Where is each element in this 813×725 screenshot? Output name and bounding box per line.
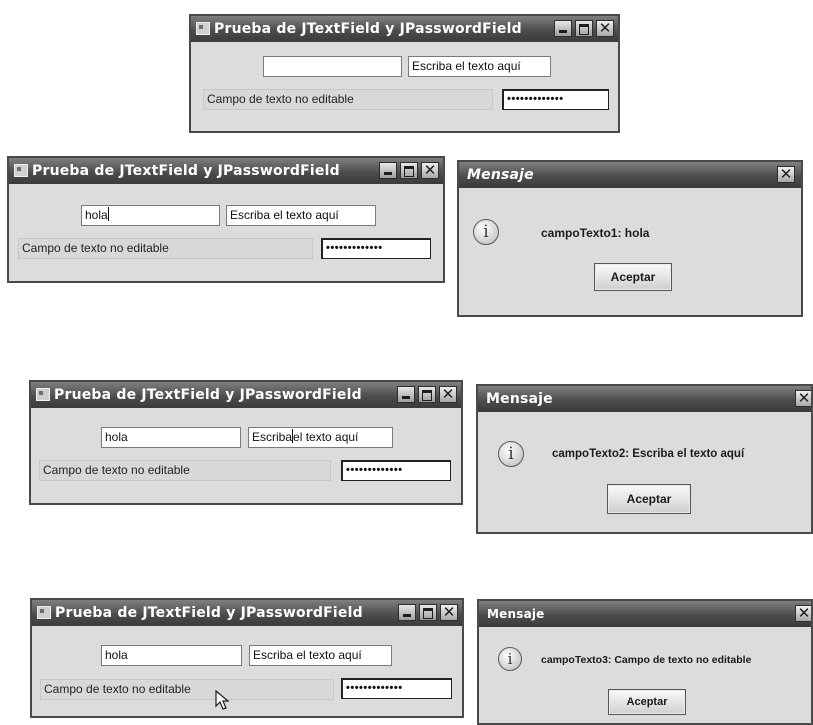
java-app-icon [37,606,51,619]
window-title: Prueba de JTextField y JPasswordField [214,21,522,37]
maximize-icon[interactable] [400,162,418,179]
aceptar-button[interactable]: Aceptar [608,689,686,715]
dialog-titlebar[interactable]: Mensaje ✕ [478,386,811,412]
campo-texto-2-input[interactable]: Escriba el texto aquí [249,645,392,666]
campo-texto-3-noneditable: Campo de texto no editable [203,89,493,110]
message-dialog-1: Mensaje ✕ i campoTexto1: hola Aceptar [457,160,803,317]
information-icon: i [498,441,524,467]
campo-texto-1-value: hola [85,208,108,222]
campo-texto-1-input[interactable]: hola [101,427,241,448]
maximize-icon[interactable] [419,604,437,621]
campo-texto-2-input[interactable]: Escriba el texto aquí [408,56,551,77]
window-titlebar[interactable]: Prueba de JTextField y JPasswordField ✕ [9,158,443,184]
hint-text-after-caret: el texto aquí [293,430,359,444]
dialog-title: Mensaje [487,607,545,621]
close-icon[interactable]: ✕ [440,604,458,621]
campo-texto-3-noneditable: Campo de texto no editable [40,679,334,700]
campo-texto-3-noneditable: Campo de texto no editable [39,460,331,481]
dialog-titlebar[interactable]: Mensaje ✕ [459,162,801,188]
textfield-window-3: Prueba de JTextField y JPasswordField ✕ … [29,380,463,505]
close-icon[interactable]: ✕ [596,20,614,37]
minimize-icon[interactable] [398,604,416,621]
dialog-message: campoTexto3: Campo de texto no editable [541,654,752,666]
dialog-message: campoTexto1: hola [541,226,650,240]
window-titlebar[interactable]: Prueba de JTextField y JPasswordField ✕ [31,382,461,408]
password-field[interactable]: ••••••••••••• [502,89,609,110]
campo-texto-1-input[interactable]: hola [101,645,242,666]
dialog-titlebar[interactable]: Mensaje ✕ [479,601,811,627]
minimize-icon[interactable] [379,162,397,179]
mouse-pointer-icon [215,690,230,710]
information-icon: i [498,647,522,671]
textfield-window-4: Prueba de JTextField y JPasswordField ✕ … [30,598,464,718]
maximize-icon[interactable] [418,386,436,403]
close-icon[interactable]: ✕ [421,162,439,179]
window-titlebar[interactable]: Prueba de JTextField y JPasswordField ✕ [191,16,618,42]
password-field[interactable]: ••••••••••••• [341,460,451,481]
text-caret [107,207,109,221]
close-icon[interactable]: ✕ [795,605,811,622]
java-app-icon [14,164,28,177]
campo-texto-2-input[interactable]: Escribael texto aquí [248,427,393,448]
window-title: Prueba de JTextField y JPasswordField [54,387,362,403]
aceptar-button[interactable]: Aceptar [594,263,672,291]
dialog-message: campoTexto2: Escriba el texto aquí [552,448,745,460]
password-field[interactable]: ••••••••••••• [321,238,431,259]
java-app-icon [196,22,210,35]
campo-texto-2-input[interactable]: Escriba el texto aquí [226,205,376,226]
password-field[interactable]: ••••••••••••• [341,678,452,699]
dialog-title: Mensaje [486,391,553,407]
close-icon[interactable]: ✕ [777,166,795,183]
message-dialog-2: Mensaje ✕ i campoTexto2: Escriba el text… [476,384,813,534]
maximize-icon[interactable] [575,20,593,37]
minimize-icon[interactable] [397,386,415,403]
message-dialog-3: Mensaje ✕ i campoTexto3: Campo de texto … [477,599,813,725]
information-icon: i [473,219,499,245]
close-icon[interactable]: ✕ [439,386,457,403]
textfield-window-2: Prueba de JTextField y JPasswordField ✕ … [7,156,445,283]
window-title: Prueba de JTextField y JPasswordField [55,605,363,621]
textfield-window-1: Prueba de JTextField y JPasswordField ✕ … [189,14,620,133]
minimize-icon[interactable] [554,20,572,37]
aceptar-button[interactable]: Aceptar [607,484,691,514]
window-title: Prueba de JTextField y JPasswordField [32,163,340,179]
java-app-icon [36,388,50,401]
hint-text-before-caret: Escriba [252,430,293,444]
campo-texto-3-noneditable: Campo de texto no editable [18,238,313,259]
window-titlebar[interactable]: Prueba de JTextField y JPasswordField ✕ [32,600,462,626]
close-icon[interactable]: ✕ [795,390,811,407]
campo-texto-1-input[interactable]: hola [81,205,220,226]
dialog-title: Mensaje [467,167,534,183]
campo-texto-1-input[interactable] [263,56,402,77]
